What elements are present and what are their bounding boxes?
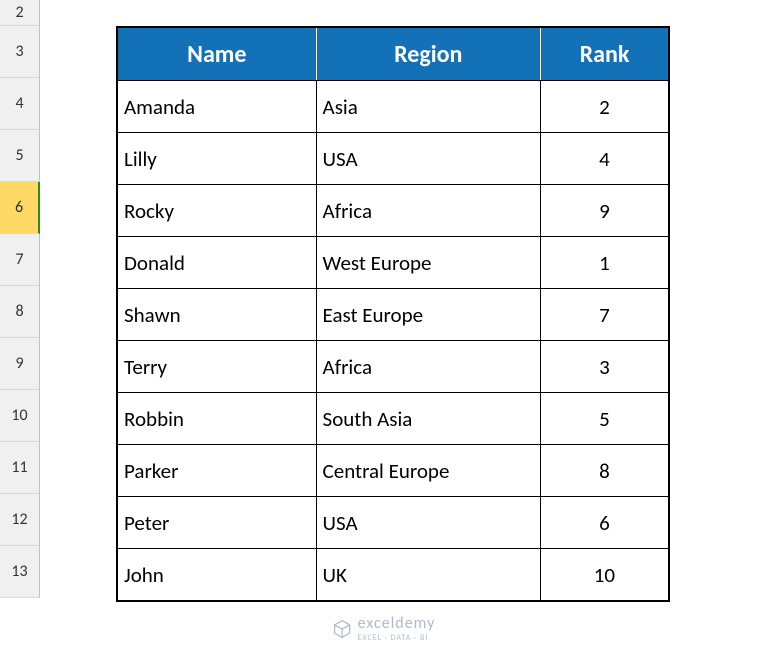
cell-name[interactable]: Terry	[118, 341, 317, 392]
cell-rank[interactable]: 3	[541, 341, 668, 392]
cell-name[interactable]: Amanda	[118, 81, 317, 132]
cell-region[interactable]: East Europe	[317, 289, 541, 340]
cell-rank[interactable]: 1	[541, 237, 668, 288]
table-row: Rocky Africa 9	[118, 184, 668, 236]
row-header-selected[interactable]: 6	[0, 182, 40, 234]
data-table: Name Region Rank Amanda Asia 2 Lilly USA…	[116, 26, 670, 602]
watermark-brand: exceldemy	[358, 614, 436, 633]
cell-region[interactable]: Central Europe	[317, 445, 541, 496]
cell-region[interactable]: Africa	[317, 341, 541, 392]
cell-name[interactable]: Donald	[118, 237, 317, 288]
cell-rank[interactable]: 10	[541, 549, 668, 600]
row-header[interactable]: 10	[0, 390, 40, 442]
table-row: Parker Central Europe 8	[118, 444, 668, 496]
row-header-column: 2 3 4 5 6 7 8 9 10 11 12 13	[0, 0, 40, 602]
table-row: Amanda Asia 2	[118, 80, 668, 132]
table-row: Terry Africa 3	[118, 340, 668, 392]
cell-rank[interactable]: 4	[541, 133, 668, 184]
spreadsheet: 2 3 4 5 6 7 8 9 10 11 12 13 Name Region …	[0, 0, 767, 602]
cell-region[interactable]: Africa	[317, 185, 541, 236]
cell-region[interactable]: USA	[317, 133, 541, 184]
row-header[interactable]: 4	[0, 78, 40, 130]
cell-name[interactable]: Parker	[118, 445, 317, 496]
cell-region[interactable]: South Asia	[317, 393, 541, 444]
row-header[interactable]: 8	[0, 286, 40, 338]
cell-rank[interactable]: 7	[541, 289, 668, 340]
table-row: Shawn East Europe 7	[118, 288, 668, 340]
cell-rank[interactable]: 2	[541, 81, 668, 132]
row-header[interactable]: 11	[0, 442, 40, 494]
cell-name[interactable]: John	[118, 549, 317, 600]
cell-rank[interactable]: 5	[541, 393, 668, 444]
column-header-name[interactable]: Name	[118, 28, 317, 80]
cell-rank[interactable]: 8	[541, 445, 668, 496]
column-header-rank[interactable]: Rank	[541, 28, 668, 80]
cell-name[interactable]: Shawn	[118, 289, 317, 340]
cell-name[interactable]: Lilly	[118, 133, 317, 184]
cell-region[interactable]: West Europe	[317, 237, 541, 288]
row-header[interactable]: 2	[0, 0, 40, 26]
table-row: John UK 10	[118, 548, 668, 600]
row-header[interactable]: 9	[0, 338, 40, 390]
cube-icon	[332, 619, 352, 639]
cell-rank[interactable]: 9	[541, 185, 668, 236]
row-header[interactable]: 5	[0, 130, 40, 182]
table-row: Lilly USA 4	[118, 132, 668, 184]
cell-region[interactable]: USA	[317, 497, 541, 548]
column-header-region[interactable]: Region	[317, 28, 541, 80]
table-header-row: Name Region Rank	[118, 28, 668, 80]
cell-region[interactable]: UK	[317, 549, 541, 600]
row-header[interactable]: 13	[0, 546, 40, 598]
cell-name[interactable]: Robbin	[118, 393, 317, 444]
row-header[interactable]: 3	[0, 26, 40, 78]
watermark: exceldemy EXCEL · DATA · BI	[332, 614, 436, 643]
table-row: Peter USA 6	[118, 496, 668, 548]
grid-area: Name Region Rank Amanda Asia 2 Lilly USA…	[40, 0, 767, 602]
row-header[interactable]: 7	[0, 234, 40, 286]
table-row: Robbin South Asia 5	[118, 392, 668, 444]
watermark-sub: EXCEL · DATA · BI	[358, 633, 436, 643]
cell-rank[interactable]: 6	[541, 497, 668, 548]
watermark-text: exceldemy EXCEL · DATA · BI	[358, 614, 436, 643]
row-header[interactable]: 12	[0, 494, 40, 546]
cell-name[interactable]: Rocky	[118, 185, 317, 236]
cell-region[interactable]: Asia	[317, 81, 541, 132]
table-row: Donald West Europe 1	[118, 236, 668, 288]
cell-name[interactable]: Peter	[118, 497, 317, 548]
